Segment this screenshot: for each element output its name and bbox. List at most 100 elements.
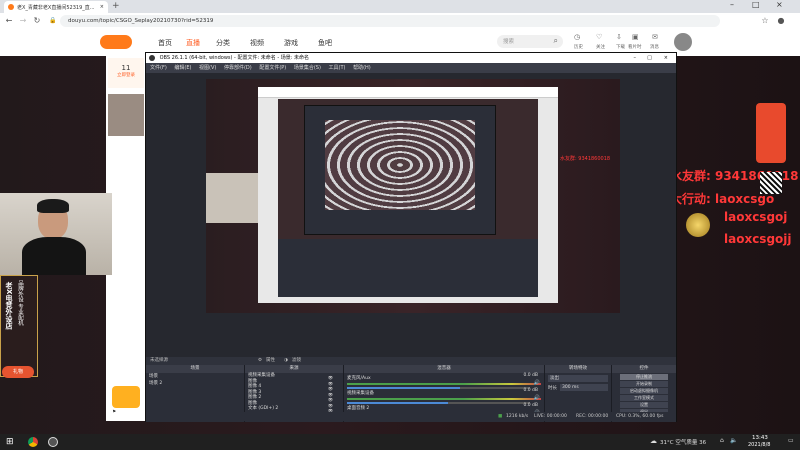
properties-button[interactable]: 属性 bbox=[266, 357, 275, 365]
sidebar-promo-icon[interactable] bbox=[112, 386, 140, 408]
download-icon[interactable]: ⇩ bbox=[616, 33, 622, 41]
event-line-text: 大行动: laoxcsgo bbox=[670, 192, 775, 206]
nav-yuba[interactable]: 鱼吧 bbox=[318, 38, 332, 48]
douyu-logo[interactable] bbox=[100, 35, 132, 49]
speaker-icon[interactable]: 🔊 bbox=[534, 380, 540, 386]
shop-banner-text: 老X电竞外设店 bbox=[5, 282, 13, 330]
virtual-camera-button[interactable]: 启动虚拟摄像机 bbox=[620, 388, 668, 394]
watch-icon[interactable]: ▣ bbox=[632, 33, 639, 41]
nav-live[interactable]: 直播 bbox=[186, 38, 200, 48]
duration-input[interactable]: 300 ms bbox=[560, 384, 608, 391]
menu-docks[interactable]: 停靠部件(D) bbox=[224, 65, 252, 71]
live-timer: LIVE: 00:00:00 bbox=[534, 414, 567, 419]
volume-icon[interactable]: 🔈 bbox=[730, 437, 737, 444]
gift-badge[interactable]: 礼物 bbox=[2, 366, 34, 378]
reload-icon[interactable]: ↻ bbox=[32, 16, 42, 26]
mixer-meter bbox=[347, 383, 541, 385]
search-placeholder: 搜索 bbox=[503, 39, 515, 45]
obs-taskbar-icon[interactable] bbox=[48, 437, 58, 447]
rec-timer: REC: 00:00:00 bbox=[576, 414, 609, 419]
weather-text: 31°C 空气质量 36 bbox=[660, 440, 707, 446]
profile-icon[interactable]: ● bbox=[776, 16, 786, 26]
tab-close-icon[interactable]: × bbox=[100, 4, 104, 10]
new-tab-icon[interactable]: + bbox=[112, 1, 120, 11]
mixer-channel-name: 麦克风/Aux bbox=[347, 376, 371, 381]
back-icon[interactable]: ← bbox=[4, 16, 14, 26]
qr-code-icon bbox=[760, 172, 782, 194]
windows-taskbar: ⊞ ☁ 31°C 空气质量 36 ⌂ 🔈 13:43 2021/8/8 ▭ bbox=[0, 434, 800, 450]
shop-banner-text-2: 品牌外设 专业配机 bbox=[17, 280, 23, 326]
transitions-header: 转场特效 bbox=[545, 365, 611, 373]
transition-select[interactable]: 淡出 bbox=[548, 375, 608, 382]
windows-start-icon[interactable]: ⊞ bbox=[6, 437, 14, 447]
nav-home[interactable]: 首页 bbox=[158, 38, 172, 48]
browser-tab-title: 老X_青藏非老X直播间52319_直... bbox=[17, 4, 95, 11]
douyu-left-sidebar: 11 立即登录 ⚑ bbox=[106, 56, 146, 421]
follow-icon[interactable]: ♡ bbox=[596, 33, 602, 41]
gear-icon[interactable]: ⚙ bbox=[258, 357, 262, 365]
stop-streaming-button[interactable]: 停止推流 bbox=[620, 374, 668, 380]
sidebar-cat-avatar[interactable] bbox=[108, 94, 144, 136]
history-icon[interactable]: ◷ bbox=[574, 33, 580, 41]
star-icon[interactable]: ☆ bbox=[760, 16, 770, 26]
message-icon[interactable]: ✉ bbox=[652, 33, 658, 41]
clock-time: 13:43 bbox=[752, 435, 768, 441]
header-label-message: 消息 bbox=[650, 45, 659, 50]
user-avatar[interactable] bbox=[674, 33, 692, 51]
weather-icon[interactable]: ☁ bbox=[650, 437, 657, 445]
obs-app-icon bbox=[149, 54, 155, 61]
obs-status-bar: ■ 1216 kb/s LIVE: 00:00:00 REC: 00:00:00… bbox=[146, 412, 676, 421]
mixer-channel-name: 桌面音频 2 bbox=[347, 406, 370, 411]
search-input[interactable]: 搜索 ⌕ bbox=[497, 35, 563, 48]
maximize-window-icon[interactable]: □ bbox=[752, 0, 760, 9]
obs-menu-bar: 文件(F) 编辑(E) 视图(V) 停靠部件(D) 配置文件(P) 场景集合(S… bbox=[146, 63, 676, 73]
network-icon[interactable]: ⌂ bbox=[720, 437, 724, 444]
chrome-taskbar-icon[interactable] bbox=[28, 437, 38, 447]
scene-item[interactable]: 场景 bbox=[146, 373, 244, 380]
menu-file[interactable]: 文件(F) bbox=[150, 65, 167, 71]
red-envelope-promo[interactable] bbox=[756, 103, 786, 163]
settings-button[interactable]: 设置 bbox=[620, 402, 668, 408]
menu-help[interactable]: 帮助(H) bbox=[353, 65, 371, 71]
sidebar-badge[interactable]: 11 立即登录 bbox=[108, 58, 144, 88]
obs-maximize-icon[interactable]: □ bbox=[647, 53, 652, 63]
preview-tunnel bbox=[325, 120, 475, 210]
source-eye-icon[interactable]: 👁 👁 👁 👁 👁 👁 👁 bbox=[328, 375, 333, 414]
handle-text-1: laoxcsgoj bbox=[724, 210, 788, 224]
nav-video[interactable]: 视频 bbox=[250, 38, 264, 48]
speaker-icon[interactable]: 🔊 bbox=[534, 395, 540, 401]
search-icon[interactable]: ⌕ bbox=[554, 36, 558, 46]
menu-scene-collection[interactable]: 场景集合(S) bbox=[294, 65, 321, 71]
menu-profile[interactable]: 配置文件(P) bbox=[259, 65, 286, 71]
cpu-fps-text: CPU: 0.3%, 60.00 fps bbox=[616, 414, 664, 419]
header-label-history: 历史 bbox=[574, 45, 583, 50]
menu-view[interactable]: 视图(V) bbox=[199, 65, 216, 71]
obs-close-icon[interactable]: × bbox=[664, 53, 668, 63]
scene-item[interactable]: 场景 2 bbox=[146, 380, 244, 387]
obs-preview[interactable]: 水友群: 9341860018 bbox=[146, 73, 676, 365]
nav-category[interactable]: 分类 bbox=[216, 38, 230, 48]
filter-icon[interactable]: ◑ bbox=[284, 357, 288, 365]
menu-tools[interactable]: 工具(T) bbox=[329, 65, 346, 71]
browser-tab-active[interactable]: 老X_青藏非老X直播间52319_直... × bbox=[4, 1, 108, 13]
preview-nested-obs-bottom bbox=[278, 239, 538, 297]
controls-header: 控件 bbox=[612, 365, 676, 373]
start-recording-button[interactable]: 开始录制 bbox=[620, 381, 668, 387]
menu-edit[interactable]: 编辑(E) bbox=[174, 65, 191, 71]
forward-icon[interactable]: → bbox=[18, 16, 28, 26]
obs-minimize-icon[interactable]: – bbox=[634, 53, 637, 63]
obs-title-bar: OBS 26.1.1 (64-bit, windows) - 配置文件: 未命名… bbox=[146, 53, 676, 63]
notification-icon[interactable]: ▭ bbox=[788, 437, 794, 444]
sources-header: 来源 bbox=[245, 365, 343, 373]
sidebar-bottom-label: ⚑ bbox=[112, 410, 117, 415]
csgo-medal-icon bbox=[686, 213, 710, 237]
studio-mode-button[interactable]: 工作室模式 bbox=[620, 395, 668, 401]
header-label-download: 下载 bbox=[616, 45, 625, 50]
mixer-channel: 视频采集设备 0.0 dB 🔊 bbox=[344, 388, 544, 404]
nav-game[interactable]: 游戏 bbox=[284, 38, 298, 48]
minimize-window-icon[interactable]: – bbox=[730, 0, 734, 9]
close-window-icon[interactable]: × bbox=[776, 0, 783, 9]
filters-button[interactable]: 滤镜 bbox=[292, 357, 301, 365]
address-bar[interactable]: douyu.com/topic/CSGO_Seplay20210730?rid=… bbox=[60, 15, 720, 27]
preview-nested-browser bbox=[258, 87, 558, 303]
